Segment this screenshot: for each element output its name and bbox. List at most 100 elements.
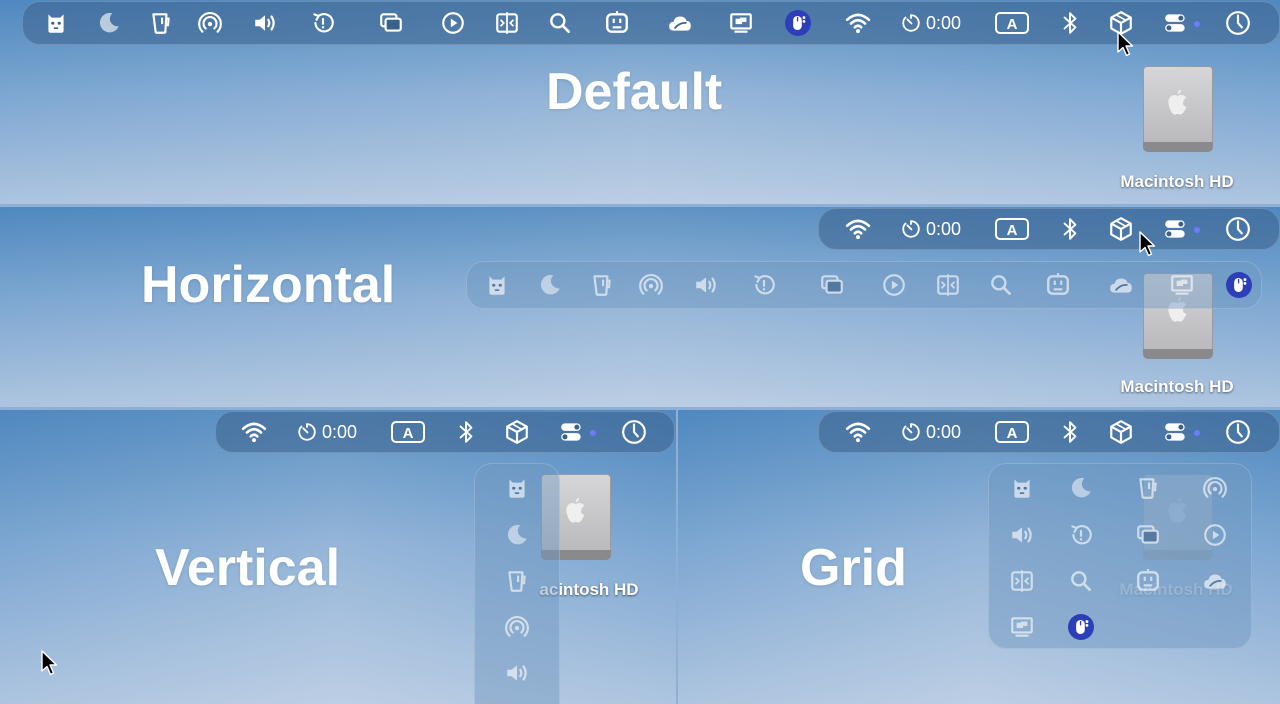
cloud-icon[interactable] <box>1107 271 1135 299</box>
moon-icon[interactable] <box>95 9 123 37</box>
disk-icon[interactable] <box>1143 66 1213 152</box>
control-center-icon[interactable] <box>1162 418 1190 446</box>
timer-value: 0:00 <box>926 12 962 33</box>
cup-icon[interactable] <box>503 567 531 595</box>
bluetooth-icon[interactable] <box>1056 215 1084 243</box>
timer-value: 0:00 <box>322 421 358 442</box>
airdrop-icon[interactable] <box>637 271 665 299</box>
raccoon-icon[interactable] <box>503 474 531 502</box>
input-source-icon[interactable]: A <box>995 418 1029 446</box>
play-icon[interactable] <box>439 9 467 37</box>
windows-icon[interactable] <box>818 271 846 299</box>
input-source-letter: A <box>1007 425 1018 442</box>
accent-dot <box>1194 21 1200 27</box>
panel-horizontal: 0:00 A Horizontal Macintosh HD <box>0 207 1280 407</box>
airdrop-icon[interactable] <box>503 613 531 641</box>
disk-label[interactable]: Macintosh HD <box>1120 172 1233 192</box>
timer-icon <box>296 421 318 443</box>
cup-icon[interactable] <box>588 271 616 299</box>
split-view-icon[interactable] <box>493 9 521 37</box>
mouse-icon[interactable] <box>1225 271 1253 299</box>
clock-icon[interactable] <box>1224 215 1252 243</box>
accent-dot <box>1194 227 1200 233</box>
moon-icon[interactable] <box>1067 474 1095 502</box>
robot-icon[interactable] <box>603 9 631 37</box>
box-icon[interactable] <box>503 418 531 446</box>
volume-icon[interactable] <box>692 271 720 299</box>
robot-icon[interactable] <box>1134 567 1162 595</box>
display-icon[interactable] <box>727 9 755 37</box>
search-icon[interactable] <box>1067 567 1095 595</box>
warning-clock-icon[interactable] <box>1067 521 1095 549</box>
control-center-icon[interactable] <box>1162 9 1190 37</box>
display-icon[interactable] <box>1168 271 1196 299</box>
panel-title-horizontal: Horizontal <box>141 256 396 314</box>
airdrop-icon[interactable] <box>1201 474 1229 502</box>
bluetooth-icon[interactable] <box>452 418 480 446</box>
windows-icon[interactable] <box>1134 521 1162 549</box>
airdrop-icon[interactable] <box>196 9 224 37</box>
panel-vertical: 0:00 A Vertical acintosh HD <box>0 410 676 704</box>
wifi-icon[interactable] <box>844 418 872 446</box>
input-source-letter: A <box>1007 16 1018 33</box>
input-source-icon[interactable]: A <box>995 9 1029 37</box>
split-view-icon[interactable] <box>934 271 962 299</box>
bluetooth-icon[interactable] <box>1056 418 1084 446</box>
cloud-icon[interactable] <box>666 9 694 37</box>
warning-clock-icon[interactable] <box>750 271 778 299</box>
warning-clock-icon[interactable] <box>309 9 337 37</box>
panel-title-vertical: Vertical <box>155 539 341 597</box>
overflow-bar-horizontal <box>466 261 1262 309</box>
clock-icon[interactable] <box>620 418 648 446</box>
accent-dot <box>1194 430 1200 436</box>
raccoon-icon[interactable] <box>483 271 511 299</box>
volume-icon[interactable] <box>251 9 279 37</box>
raccoon-icon[interactable] <box>1008 474 1036 502</box>
timer-icon <box>900 421 922 443</box>
split-view-icon[interactable] <box>1008 567 1036 595</box>
search-icon[interactable] <box>546 9 574 37</box>
play-icon[interactable] <box>1201 521 1229 549</box>
cup-icon[interactable] <box>147 9 175 37</box>
timer-icon <box>900 218 922 240</box>
timer-menu-item[interactable]: 0:00 <box>900 12 961 34</box>
menu-bar-vertical <box>215 411 675 453</box>
input-source-letter: A <box>403 425 414 442</box>
timer-menu-item[interactable]: 0:00 <box>900 421 961 443</box>
timer-menu-item[interactable]: 0:00 <box>296 421 357 443</box>
moon-icon[interactable] <box>536 271 564 299</box>
raccoon-icon[interactable] <box>42 9 70 37</box>
disk-label[interactable]: Macintosh HD <box>1120 377 1233 397</box>
control-center-icon[interactable] <box>558 418 586 446</box>
wifi-icon[interactable] <box>844 215 872 243</box>
cloud-icon[interactable] <box>1201 567 1229 595</box>
wifi-icon[interactable] <box>844 9 872 37</box>
cup-icon[interactable] <box>1134 474 1162 502</box>
apple-logo-icon <box>1161 86 1193 120</box>
volume-icon[interactable] <box>503 659 531 687</box>
volume-icon[interactable] <box>1008 521 1036 549</box>
timer-menu-item[interactable]: 0:00 <box>900 218 961 240</box>
input-source-icon[interactable]: A <box>391 418 425 446</box>
display-icon[interactable] <box>1008 613 1036 641</box>
bluetooth-icon[interactable] <box>1056 9 1084 37</box>
moon-icon[interactable] <box>503 521 531 549</box>
cursor-icon <box>41 650 59 676</box>
panel-default: 0:00 A Default Macintosh HD <box>0 0 1280 204</box>
menu-bar-horizontal <box>818 208 1280 250</box>
box-icon[interactable] <box>1107 418 1135 446</box>
mouse-icon[interactable] <box>1067 613 1095 641</box>
robot-icon[interactable] <box>1044 271 1072 299</box>
play-icon[interactable] <box>880 271 908 299</box>
clock-icon[interactable] <box>1224 418 1252 446</box>
clock-icon[interactable] <box>1224 9 1252 37</box>
wifi-icon[interactable] <box>240 418 268 446</box>
search-icon[interactable] <box>987 271 1015 299</box>
accent-dot <box>590 430 596 436</box>
input-source-icon[interactable]: A <box>995 215 1029 243</box>
control-center-icon[interactable] <box>1162 215 1190 243</box>
windows-icon[interactable] <box>377 9 405 37</box>
box-icon[interactable] <box>1107 215 1135 243</box>
panel-grid: 0:00 A Grid Macintosh HD <box>678 410 1280 704</box>
mouse-icon[interactable] <box>784 9 812 37</box>
